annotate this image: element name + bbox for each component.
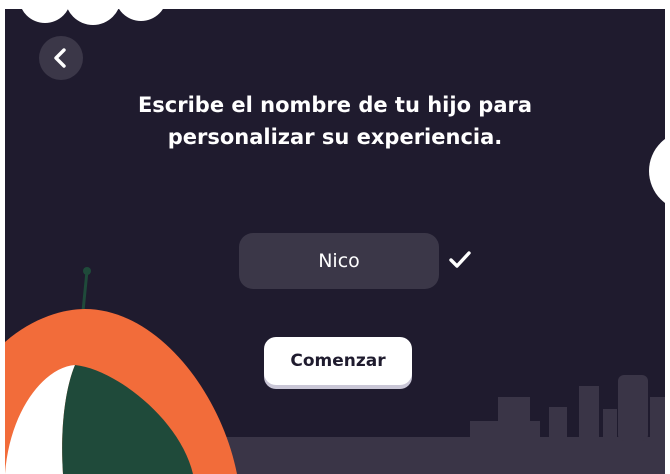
chevron-left-icon	[54, 48, 66, 68]
start-button[interactable]: Comenzar	[264, 337, 412, 385]
cloud-right	[649, 139, 665, 203]
prompt-line-1: Escribe el nombre de tu hijo para	[137, 93, 533, 117]
mascot-creature	[5, 267, 237, 474]
prompt-line-2: personalizar su experiencia.	[167, 125, 503, 149]
onboarding-screen: Escribe el nombre de tu hijo para person…	[5, 9, 665, 474]
checkmark-icon	[449, 251, 471, 268]
back-button[interactable]	[39, 36, 83, 80]
child-name-input[interactable]	[239, 233, 439, 289]
cloud-top	[21, 9, 163, 25]
prompt-title: Escribe el nombre de tu hijo para person…	[105, 89, 565, 153]
